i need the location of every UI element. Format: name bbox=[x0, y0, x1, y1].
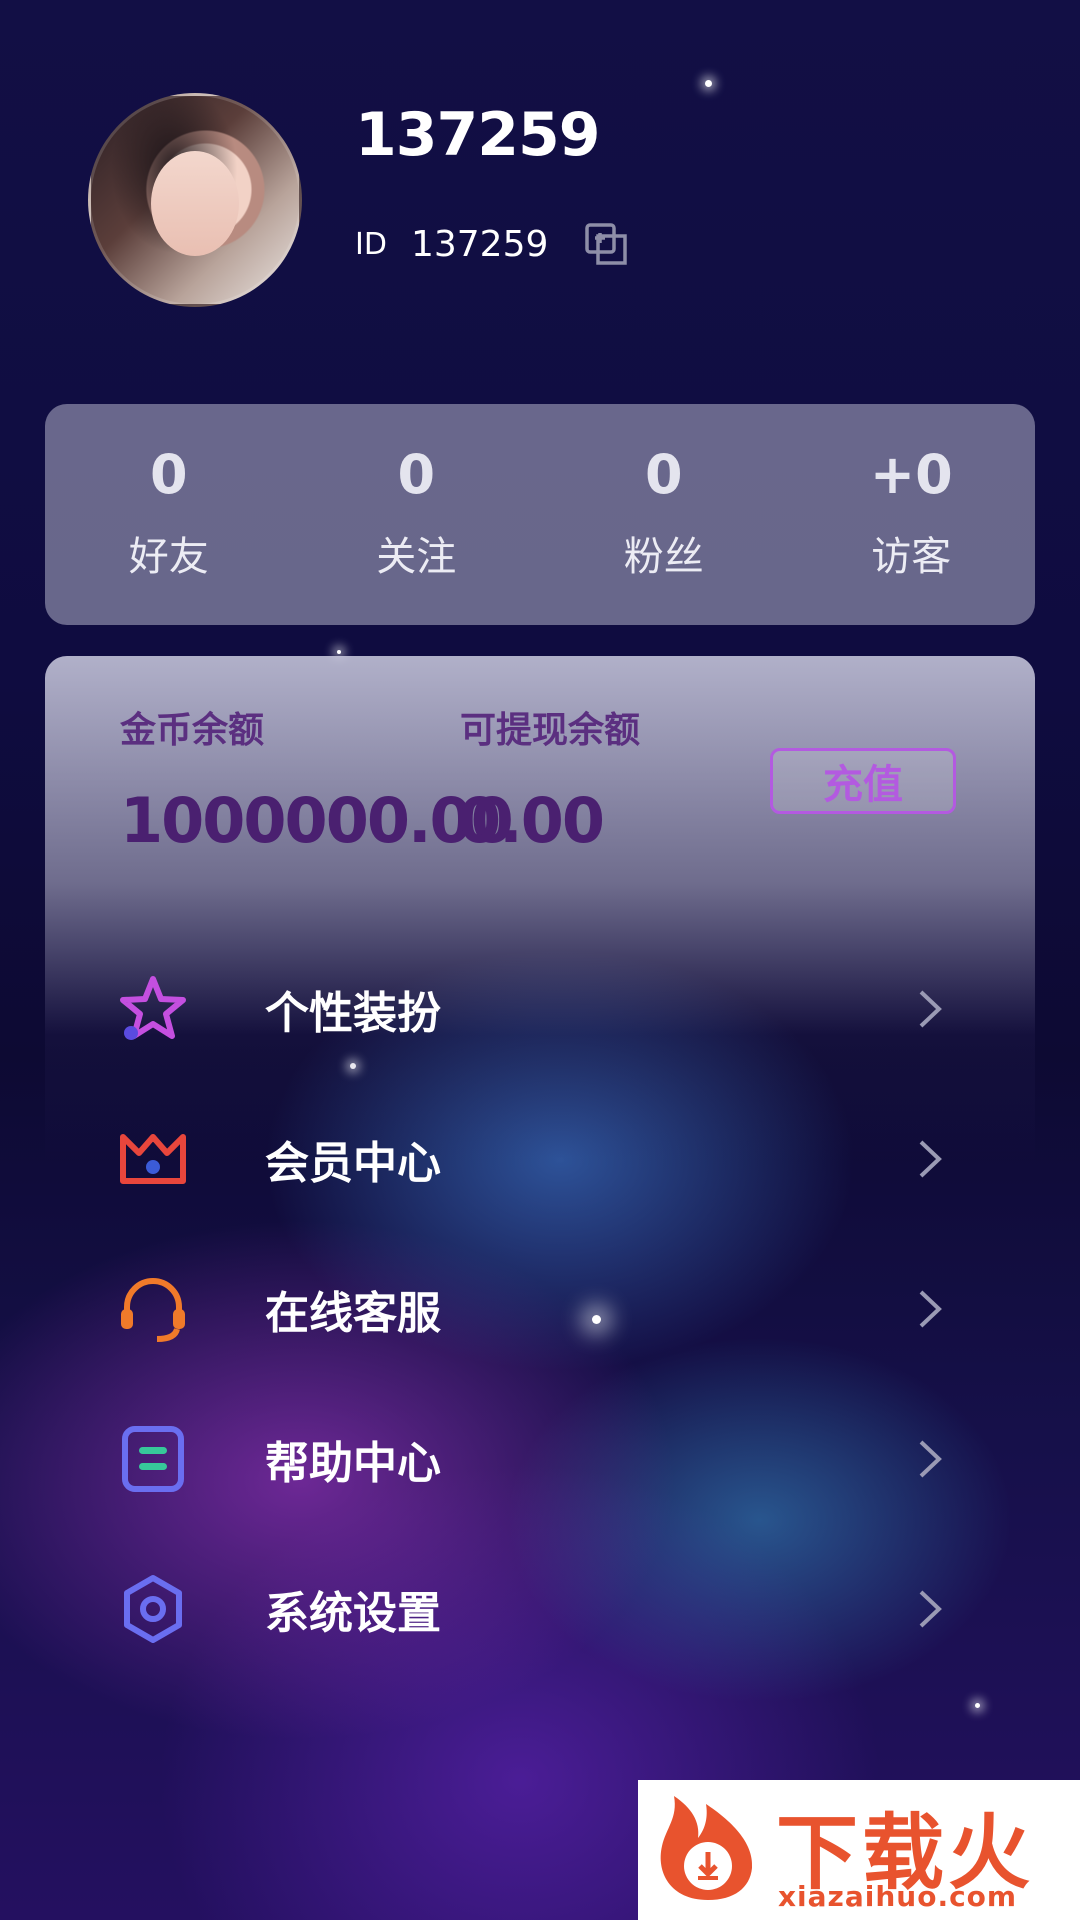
id-row: ID 137259 bbox=[355, 222, 628, 266]
stat-fans[interactable]: 0 粉丝 bbox=[540, 404, 788, 625]
id-value: 137259 bbox=[410, 223, 549, 265]
menu-item-label: 个性装扮 bbox=[265, 988, 441, 1039]
stat-value: 0 bbox=[397, 442, 436, 506]
menu-item-help-center[interactable]: 帮助中心 bbox=[45, 1399, 1035, 1519]
star-icon bbox=[120, 976, 186, 1040]
watermark-url: xiazaihuo.com bbox=[778, 1880, 1018, 1913]
stat-label: 访客 bbox=[871, 533, 952, 580]
stats-card: 0 好友 0 关注 0 粉丝 +0 访客 bbox=[45, 404, 1035, 625]
chevron-right-icon bbox=[919, 1290, 942, 1328]
chevron-right-icon bbox=[919, 1590, 942, 1628]
headset-icon bbox=[121, 1278, 185, 1342]
stat-label: 关注 bbox=[376, 533, 457, 580]
chevron-right-icon bbox=[919, 990, 942, 1028]
copy-icon[interactable] bbox=[584, 222, 628, 266]
menu-item-system-settings[interactable]: 系统设置 bbox=[45, 1549, 1035, 1669]
menu-item-vip-center[interactable]: 会员中心 bbox=[45, 1099, 1035, 1219]
background-star bbox=[705, 80, 712, 87]
crown-icon bbox=[120, 1134, 186, 1184]
stat-value: +0 bbox=[869, 442, 953, 506]
background-star bbox=[337, 650, 341, 654]
stat-value: 0 bbox=[149, 442, 188, 506]
menu-panel: 金币余额 1000000.00 可提现余额 0.00 充值 个性装扮 会员中心 … bbox=[45, 656, 1035, 1920]
recharge-button[interactable]: 充值 bbox=[770, 748, 956, 814]
stat-label: 好友 bbox=[128, 533, 209, 580]
menu-item-label: 在线客服 bbox=[265, 1288, 441, 1339]
settings-gear-icon bbox=[124, 1575, 182, 1643]
avatar-face bbox=[151, 151, 239, 256]
coin-balance-value: 1000000.00 bbox=[120, 784, 514, 857]
stat-visitors[interactable]: +0 访客 bbox=[788, 404, 1036, 625]
chevron-right-icon bbox=[919, 1140, 942, 1178]
stat-label: 粉丝 bbox=[623, 533, 704, 580]
help-doc-icon bbox=[122, 1426, 184, 1492]
avatar[interactable] bbox=[88, 93, 302, 307]
menu-item-customer-service[interactable]: 在线客服 bbox=[45, 1249, 1035, 1369]
id-label: ID bbox=[355, 226, 387, 262]
stat-following[interactable]: 0 关注 bbox=[293, 404, 541, 625]
flame-logo-icon bbox=[660, 1796, 753, 1900]
username: 137259 bbox=[355, 100, 600, 170]
chevron-right-icon bbox=[919, 1440, 942, 1478]
watermark: 下载火 xiazaihuo.com bbox=[638, 1780, 1080, 1920]
stat-friends[interactable]: 0 好友 bbox=[45, 404, 293, 625]
menu-item-label: 系统设置 bbox=[265, 1588, 441, 1639]
menu-item-label: 帮助中心 bbox=[265, 1438, 441, 1489]
coin-balance-label: 金币余额 bbox=[120, 710, 265, 751]
stat-value: 0 bbox=[644, 442, 683, 506]
withdrawable-balance-value: 0.00 bbox=[458, 784, 605, 857]
withdrawable-balance-label: 可提现余额 bbox=[460, 710, 641, 751]
menu-item-label: 会员中心 bbox=[265, 1138, 441, 1189]
menu-item-personalize[interactable]: 个性装扮 bbox=[45, 949, 1035, 1069]
